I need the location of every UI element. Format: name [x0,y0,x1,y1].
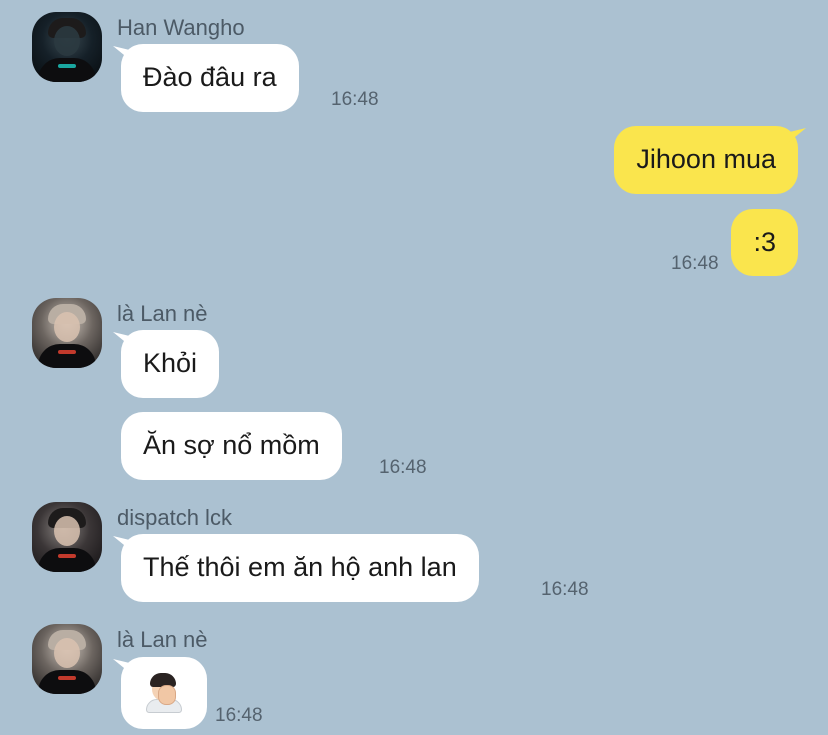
message-bubble[interactable]: Thế thôi em ăn hộ anh lan [121,534,479,602]
avatar-la-lan-ne[interactable] [32,624,102,694]
message-timestamp: 16:48 [379,457,427,478]
message-timestamp: 16:48 [331,89,379,110]
message-bubble-mine[interactable]: :3 [731,209,798,276]
avatar-han-wangho[interactable] [32,12,102,82]
message-timestamp: 16:48 [671,253,719,274]
message-timestamp: 16:48 [215,705,263,726]
sender-name: là Lan nè [117,627,208,652]
message-bubble[interactable]: Khỏi [121,330,220,398]
message-bubble-mine[interactable]: Jihoon mua [614,126,798,194]
sender-name: dispatch lck [117,505,232,530]
message-bubble-emoji[interactable] [121,657,207,729]
message-text: Đào đâu ra [143,62,277,92]
message-text: Khỏi [143,348,198,378]
message-timestamp: 16:48 [541,579,589,600]
message-bubble[interactable]: Đào đâu ra [121,44,299,112]
face-palm-emoji [144,673,184,713]
message-text: :3 [753,227,776,257]
sender-name: là Lan nè [117,301,208,326]
message-text: Ăn sợ nổ mồm [143,430,320,460]
sender-name: Han Wangho [117,15,245,40]
message-text: Jihoon mua [636,144,776,174]
message-text: Thế thôi em ăn hộ anh lan [143,552,457,582]
avatar-la-lan-ne[interactable] [32,298,102,368]
message-bubble[interactable]: Ăn sợ nổ mồm [121,412,342,480]
avatar-dispatch-lck[interactable] [32,502,102,572]
